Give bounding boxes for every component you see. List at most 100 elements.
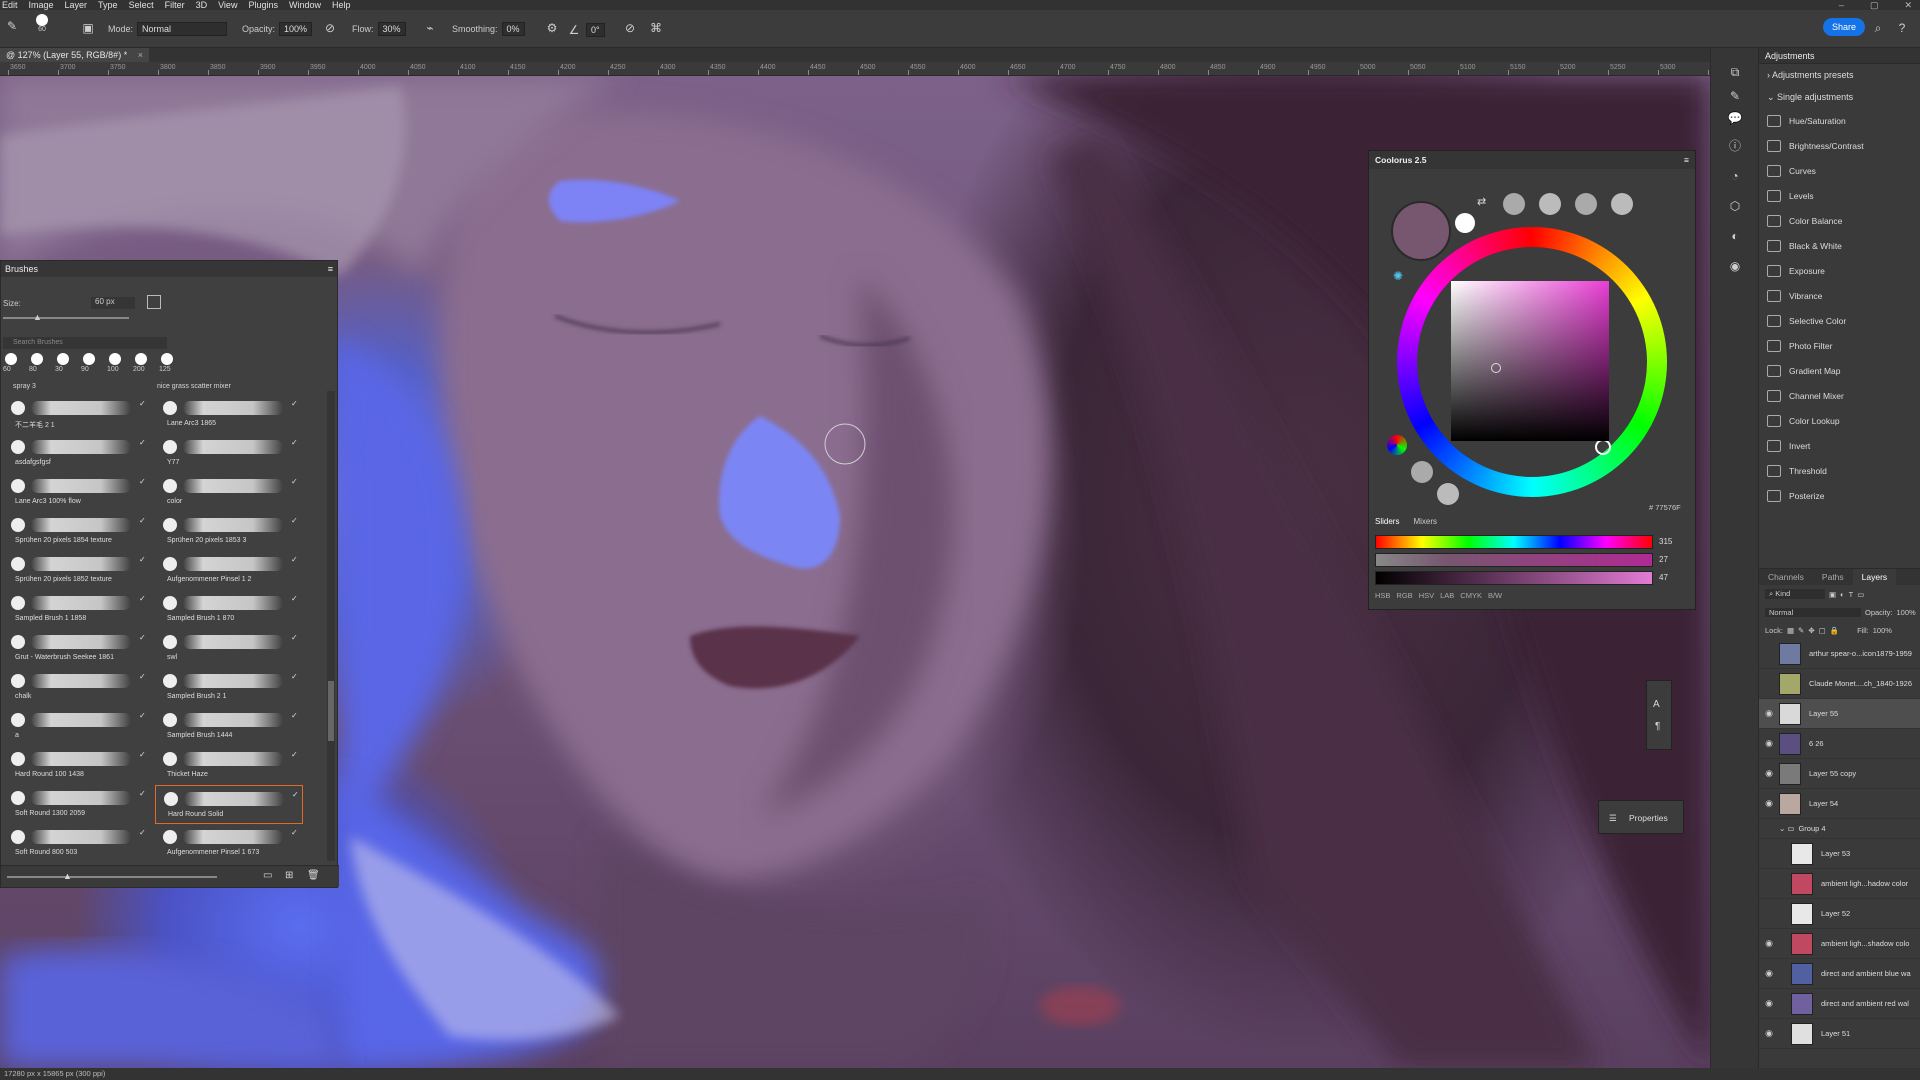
character-icon[interactable]: A [1653, 699, 1660, 710]
brush-item[interactable]: a ✓ [3, 707, 151, 746]
adjustment-black-white[interactable]: Black & White [1759, 233, 1920, 258]
brush-item[interactable]: Y77 ✓ [155, 434, 303, 473]
new-group-icon[interactable]: ▭ [263, 870, 272, 881]
layer-row[interactable]: arthur spear-o...icon1879-1959 [1759, 639, 1920, 669]
visibility-eye-icon[interactable]: ◉ [1759, 798, 1779, 809]
lock-move-icon[interactable]: ✥ [1808, 626, 1814, 635]
play-icon[interactable] [1437, 483, 1459, 505]
brush-item[interactable]: Soft Round 800 503 ✓ [3, 824, 151, 863]
navigator-icon[interactable]: ◔ [1727, 168, 1743, 184]
visibility-eye-icon[interactable]: ◉ [1759, 738, 1779, 749]
adjustments-icon[interactable]: ◐ [1727, 228, 1743, 244]
info-icon[interactable]: ⓘ [1727, 138, 1743, 154]
adjustment-exposure[interactable]: Exposure [1759, 258, 1920, 283]
brush-item[interactable]: Sampled Brush 1444 ✓ [155, 707, 303, 746]
brush-item[interactable]: Lane Arc3 1865 ✓ [155, 395, 303, 434]
menu-item-type[interactable]: Type [98, 0, 118, 10]
brush-size-slider-thumb[interactable]: ▲ [33, 312, 42, 322]
adjustment-color-balance[interactable]: Color Balance [1759, 208, 1920, 233]
filter-shape-icon[interactable]: ▭ [1857, 590, 1864, 599]
layer-row[interactable]: Layer 53 [1759, 839, 1920, 869]
adjustment-curves[interactable]: Curves [1759, 158, 1920, 183]
layer-opacity-input[interactable]: 100% [1897, 608, 1916, 617]
menu-item-plugins[interactable]: Plugins [248, 0, 278, 10]
mode-half-icon[interactable] [1503, 193, 1525, 215]
smoothing-input[interactable]: 0% [501, 22, 525, 36]
symmetry-icon[interactable]: ⌘ [648, 20, 664, 36]
single-adjustments-toggle[interactable]: ⌄ Single adjustments [1759, 86, 1920, 108]
adjustment-color-lookup[interactable]: Color Lookup [1759, 408, 1920, 433]
adjustment-threshold[interactable]: Threshold [1759, 458, 1920, 483]
hue-value[interactable]: 315 [1659, 537, 1672, 546]
mode-split-icon[interactable] [1539, 193, 1561, 215]
swap-colors-icon[interactable]: ⇄ [1477, 195, 1486, 208]
group-expand-icon[interactable]: ⌄ ▭ [1779, 824, 1794, 833]
brush-search-input[interactable]: Search Brushes [3, 337, 167, 349]
menu-item-select[interactable]: Select [129, 0, 154, 10]
tab-layers[interactable]: Layers [1852, 569, 1897, 585]
brush-preset-picker[interactable]: 60 [36, 14, 48, 33]
hue-slider[interactable] [1375, 535, 1653, 549]
brush-size-preset[interactable]: 200 [133, 353, 147, 373]
saturation-slider[interactable] [1375, 553, 1653, 567]
layer-row[interactable]: Claude Monet....ch_1840-1926 [1759, 669, 1920, 699]
brush-item[interactable]: color ✓ [155, 473, 303, 512]
panel-menu-icon[interactable]: ≡ [328, 261, 333, 277]
brush-size-preset[interactable]: 30 [55, 353, 69, 373]
tab-mixers[interactable]: Mixers [1413, 517, 1437, 526]
brushes-icon[interactable]: ✎ [1727, 88, 1743, 104]
lock-transparent-icon[interactable]: ▦ [1787, 626, 1794, 635]
help-icon[interactable]: ? [1894, 20, 1910, 36]
brush-item[interactable]: Aufgenommener Pinsel 1 673 ✓ [155, 824, 303, 863]
brush-item[interactable]: Sprühen 20 pixels 1853 3 ✓ [155, 512, 303, 551]
layer-row[interactable]: ◉ Layer 55 copy [1759, 759, 1920, 789]
smoothing-settings-icon[interactable]: ⚙ [544, 20, 560, 36]
brush-item[interactable]: 不二羊毛 2 1 ✓ [3, 395, 151, 434]
color-model-hsv[interactable]: HSV [1419, 591, 1434, 600]
menu-item-view[interactable]: View [218, 0, 237, 10]
brush-item[interactable]: chalk ✓ [3, 668, 151, 707]
panel-menu-icon[interactable]: ≡ [1684, 151, 1689, 169]
layer-row[interactable]: ◉ ambient ligh...shadow colo [1759, 929, 1920, 959]
layer-kind-filter[interactable]: ⌕ Kind [1765, 589, 1825, 599]
layer-row[interactable]: ◉ Layer 51 [1759, 1019, 1920, 1049]
brush-item[interactable]: Lane Arc3 100% flow ✓ [3, 473, 151, 512]
saturation-value[interactable]: 27 [1659, 555, 1668, 564]
sb-picker-handle[interactable] [1491, 363, 1501, 373]
visibility-eye-icon[interactable]: ◉ [1759, 1028, 1779, 1039]
visibility-eye-icon[interactable]: ◉ [1759, 768, 1779, 779]
filter-type-icon[interactable]: T [1849, 590, 1854, 599]
lock-paint-icon[interactable]: ✎ [1798, 626, 1804, 635]
airbrush-icon[interactable]: ⌁ [422, 20, 438, 36]
layer-row[interactable]: ◉ direct and ambient red wal [1759, 989, 1920, 1019]
brush-list-scroll-thumb[interactable] [328, 681, 334, 741]
light-mode-icon[interactable]: ✺ [1393, 269, 1403, 283]
hue-wheel-handle[interactable] [1595, 439, 1611, 455]
brush-size-preset[interactable]: 100 [107, 353, 121, 373]
share-button[interactable]: Share [1823, 18, 1865, 36]
adjustment-invert[interactable]: Invert [1759, 433, 1920, 458]
brush-size-preset[interactable]: 125 [159, 353, 173, 373]
brush-item[interactable]: Sampled Brush 1 870 ✓ [155, 590, 303, 629]
saturation-brightness-square[interactable] [1451, 281, 1609, 441]
layer-row[interactable]: ◉ Layer 54 [1759, 789, 1920, 819]
color-model-rgb[interactable]: RGB [1396, 591, 1412, 600]
brush-item[interactable]: asdafgsfgsf ✓ [3, 434, 151, 473]
brush-item[interactable]: Sprühen 20 pixels 1852 texture ✓ [3, 551, 151, 590]
brush-edit-icon[interactable] [147, 295, 161, 309]
tab-channels[interactable]: Channels [1759, 569, 1813, 585]
visibility-eye-icon[interactable]: ◉ [1759, 708, 1779, 719]
brush-item[interactable]: Hard Round Solid ✓ [155, 785, 303, 824]
comments-icon[interactable]: 💬 [1727, 110, 1743, 126]
brush-item[interactable]: Grut - Waterbrush Seekee 1861 ✓ [3, 629, 151, 668]
layer-row[interactable]: ◉ direct and ambient blue wa [1759, 959, 1920, 989]
visibility-eye-icon[interactable]: ◉ [1759, 998, 1779, 1009]
brightness-value[interactable]: 47 [1659, 573, 1668, 582]
brush-list-scrollbar[interactable] [327, 391, 335, 861]
color-model-hsb[interactable]: HSB [1375, 591, 1390, 600]
brush-size-preset[interactable]: 60 [3, 353, 17, 373]
mode-quad-icon[interactable] [1611, 193, 1633, 215]
adjustment-levels[interactable]: Levels [1759, 183, 1920, 208]
3d-icon[interactable]: ⬡ [1727, 198, 1743, 214]
menu-item-filter[interactable]: Filter [165, 0, 185, 10]
